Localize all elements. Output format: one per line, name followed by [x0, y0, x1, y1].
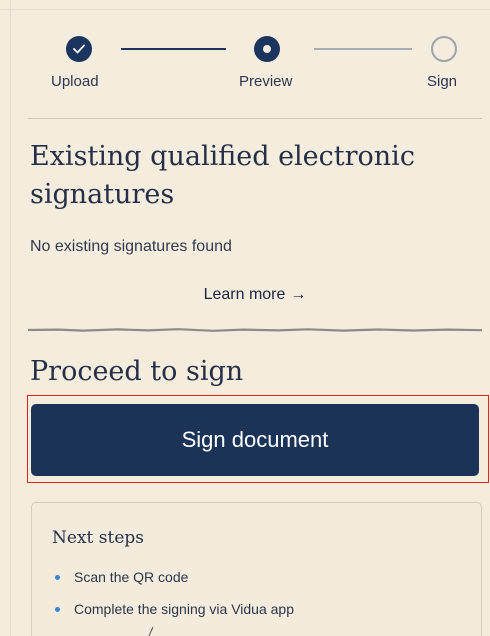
step-label-preview: Preview	[239, 73, 293, 90]
next-steps-card: Next steps Scan the QR code Complete the…	[31, 502, 482, 636]
proceed-heading: Proceed to sign	[30, 356, 244, 387]
existing-signatures-heading: Existing qualified electronic signatures	[30, 141, 415, 210]
upload-step-check-icon	[66, 36, 92, 62]
preview-step-current-icon	[254, 36, 280, 62]
bullet-icon	[55, 607, 60, 612]
step-connector-completed	[121, 48, 226, 50]
list-item: Scan the QR code	[52, 567, 294, 599]
step-connector-pending	[314, 48, 412, 50]
learn-more-label: Learn more	[203, 286, 286, 303]
next-step-text: Scan the QR code	[74, 569, 189, 585]
list-item: Complete the signing via Vidua app	[52, 599, 294, 631]
cursor-mark-icon	[148, 626, 154, 636]
sign-document-button[interactable]: Sign document	[31, 404, 479, 476]
section-divider	[28, 328, 482, 332]
next-steps-title: Next steps	[52, 528, 144, 548]
stepper-divider	[28, 118, 482, 119]
next-step-text: Complete the signing via Vidua app	[74, 601, 295, 617]
learn-more-link[interactable]: Learn more →	[0, 286, 490, 304]
progress-stepper: Upload Preview Sign	[0, 0, 490, 120]
sign-panel: Upload Preview Sign Existing qualified e…	[0, 0, 490, 636]
bullet-icon	[55, 575, 60, 580]
sign-step-pending-icon	[431, 36, 457, 62]
step-label-upload: Upload	[51, 73, 99, 90]
no-signatures-text: No existing signatures found	[30, 238, 232, 255]
arrow-right-icon: →	[290, 286, 307, 303]
step-label-sign: Sign	[427, 73, 458, 90]
next-steps-list: Scan the QR code Complete the signing vi…	[52, 567, 294, 631]
